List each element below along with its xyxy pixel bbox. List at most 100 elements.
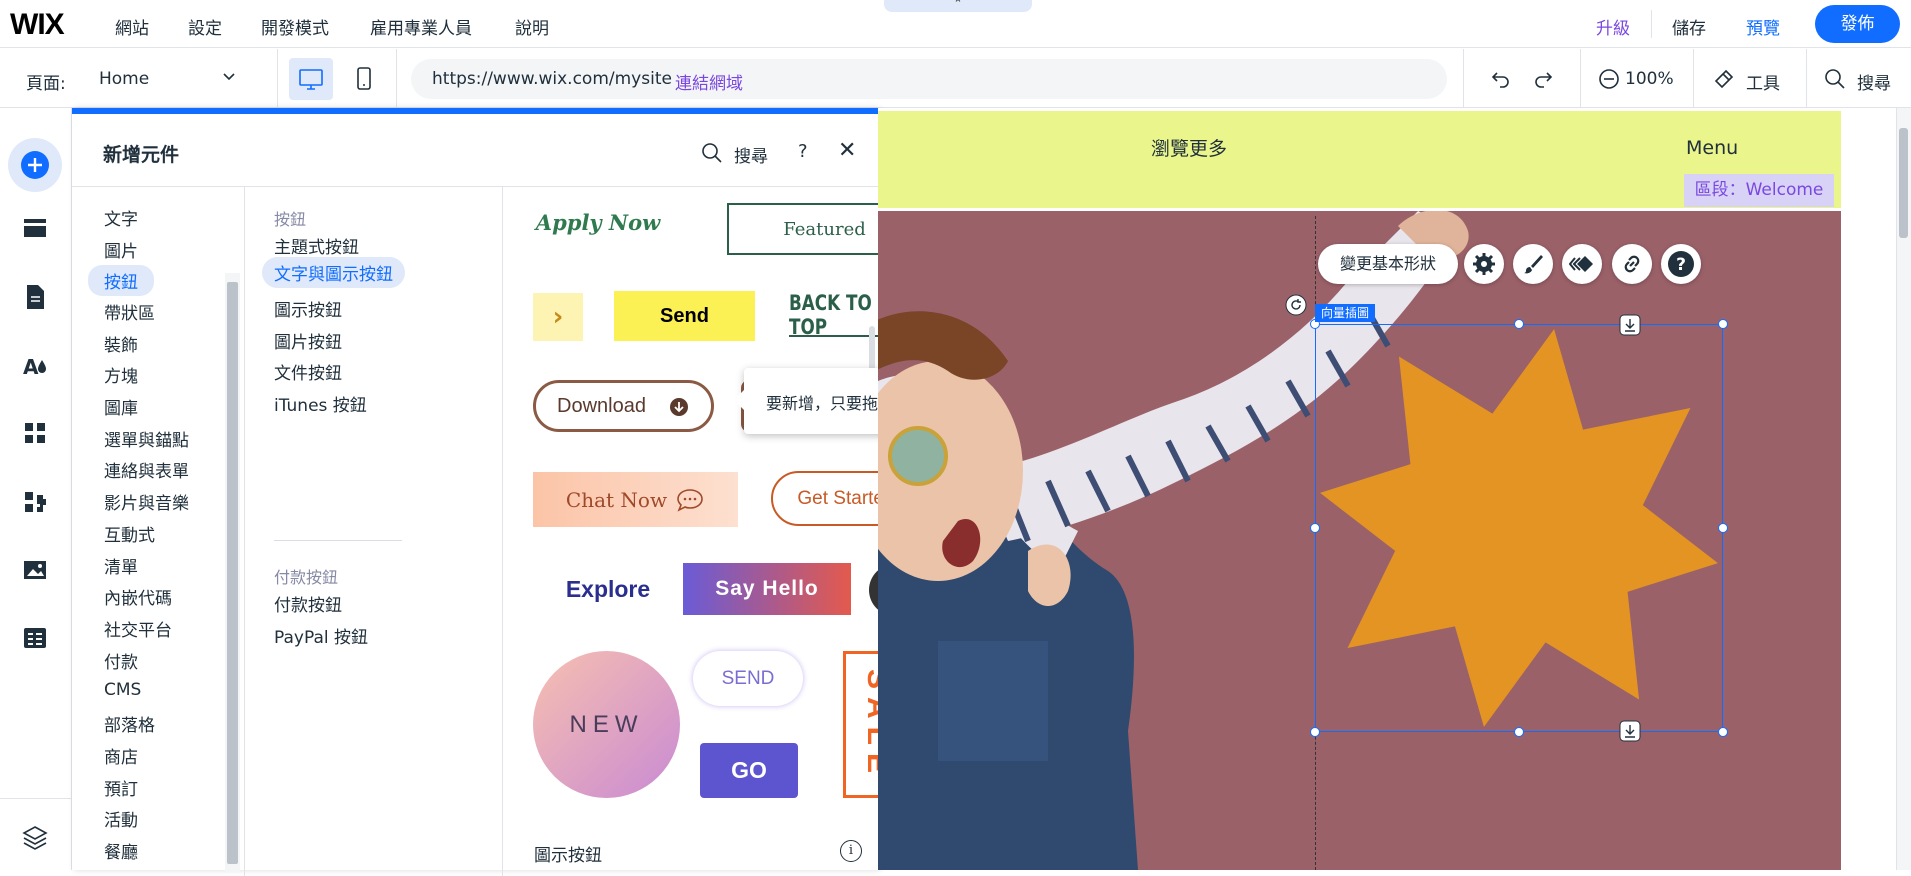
mobile-view-button[interactable] [342,58,386,100]
site-menu-link[interactable]: Menu [1686,137,1738,159]
selection-box[interactable] [1315,324,1723,732]
stretch-down-icon[interactable] [1619,720,1641,742]
category-embed-code[interactable]: 內嵌代碼 [104,584,172,609]
send-outline-button-preset[interactable]: SEND [693,651,803,706]
change-shape-button[interactable]: 變更基本形狀 [1318,244,1458,284]
animation-button[interactable] [1562,244,1602,284]
design-button[interactable] [1513,244,1553,284]
sub-paypal-buttons[interactable]: PayPal 按鈕 [274,623,368,648]
apps-icon[interactable] [18,416,52,450]
sections-icon[interactable] [18,211,52,245]
featured-button-preset[interactable]: Featured [727,203,878,255]
category-interactive[interactable]: 互動式 [104,521,155,546]
back-to-top-button-preset[interactable]: BACK TO TOP [789,291,878,339]
category-list[interactable]: 清單 [104,553,138,578]
category-gallery[interactable]: 圖庫 [104,394,138,419]
pages-icon[interactable] [18,280,52,314]
search-icon[interactable] [700,141,724,165]
resize-handle-bl[interactable] [1310,727,1320,737]
category-events[interactable]: 活動 [104,806,138,831]
menu-site[interactable]: 網站 [115,14,149,39]
resize-handle-tc[interactable] [1514,319,1524,329]
menu-dev-mode[interactable]: 開發模式 [261,14,329,39]
apply-now-button-preset[interactable]: Apply Now [523,200,673,244]
site-url-bar[interactable]: https://www.wix.com/mysite 連結網域 [411,59,1447,99]
category-button[interactable]: 按鈕 [88,265,154,296]
help-button[interactable]: ? [1661,244,1701,284]
stretch-down-icon[interactable] [1619,314,1641,336]
undo-icon[interactable] [1489,67,1513,91]
sub-text-icon-buttons[interactable]: 文字與圖示按鈕 [262,257,405,288]
link-button[interactable] [1612,244,1652,284]
help-icon[interactable]: ? [798,141,808,162]
sale-button-preset[interactable]: SALE [843,651,878,798]
say-hello-button-preset[interactable]: Say Hello [683,563,851,615]
category-social[interactable]: 社交平台 [104,616,172,641]
canvas-scrollbar-thumb[interactable] [1899,128,1908,238]
sub-image-buttons[interactable]: 圖片按鈕 [274,328,342,353]
cms-icon[interactable] [18,621,52,655]
menu-hire-pro[interactable]: 雇用專業人員 [370,14,472,39]
category-contact-forms[interactable]: 連絡與表單 [104,457,189,482]
zoom-level[interactable]: 100% [1625,69,1674,89]
info-icon[interactable]: i [840,840,862,862]
chevron-down-icon[interactable] [220,67,238,85]
page-select[interactable]: Home [99,69,149,89]
sub-payment-buttons[interactable]: 付款按鈕 [274,591,342,616]
category-blog[interactable]: 部落格 [104,711,155,736]
search-button[interactable]: 搜尋 [1857,69,1891,94]
zoom-out-icon[interactable] [1598,68,1620,90]
get-started-button-preset[interactable]: Get Started [771,471,878,526]
business-apps-icon[interactable] [18,485,52,519]
resize-handle-mr[interactable] [1718,523,1728,533]
add-elements-button[interactable] [8,138,62,192]
design-icon[interactable]: A [18,348,52,382]
send-button-preset[interactable]: Send [614,291,755,341]
explore-button-preset[interactable]: Explore [533,563,683,615]
category-store[interactable]: 商店 [104,743,138,768]
sub-itunes-buttons[interactable]: iTunes 按鈕 [274,391,367,416]
category-strip[interactable]: 帶狀區 [104,299,155,324]
media-icon[interactable] [18,553,52,587]
resize-handle-br[interactable] [1718,727,1728,737]
close-icon[interactable]: ✕ [869,564,878,616]
rotate-icon[interactable] [1285,294,1307,316]
category-menu-anchor[interactable]: 選單與錨點 [104,426,189,451]
panel-search-button[interactable]: 搜尋 [734,142,768,167]
preview-button[interactable]: 預覽 [1746,14,1780,39]
sub-icon-buttons[interactable]: 圖示按鈕 [274,296,342,321]
close-icon[interactable]: ✕ [838,138,856,163]
menu-settings[interactable]: 設定 [188,14,222,39]
arrow-button-preset[interactable]: › [533,293,583,341]
layers-icon[interactable] [18,820,52,854]
category-box[interactable]: 方塊 [104,362,138,387]
resize-handle-tr[interactable] [1718,319,1728,329]
category-restaurants[interactable]: 餐廳 [104,838,138,863]
category-decorative[interactable]: 裝飾 [104,331,138,356]
publish-button[interactable]: 發佈 [1815,5,1900,43]
save-button[interactable]: 儲存 [1672,14,1706,39]
chat-now-button-preset[interactable]: Chat Now [533,472,738,527]
site-canvas[interactable]: 瀏覽更多 Menu 區段：Welcome 向量插圖 變更基本形狀 ? [878,108,1911,870]
redo-icon[interactable] [1531,67,1555,91]
sub-document-buttons[interactable]: 文件按鈕 [274,359,342,384]
new-button-preset[interactable]: NEW [533,651,680,798]
resize-handle-bc[interactable] [1514,727,1524,737]
category-payments[interactable]: 付款 [104,648,138,673]
browse-more-link[interactable]: 瀏覽更多 [1151,134,1227,161]
section-label[interactable]: 區段：Welcome [1684,174,1834,207]
sub-theme-buttons[interactable]: 主題式按鈕 [274,233,359,258]
resize-handle-ml[interactable] [1310,523,1320,533]
tools-button[interactable]: 工具 [1746,69,1780,94]
category-cms[interactable]: CMS [104,680,141,700]
collapse-toolbar-handle[interactable]: ⌃ [884,0,1032,12]
category-text[interactable]: 文字 [104,205,138,230]
category-video-music[interactable]: 影片與音樂 [104,489,189,514]
category-scrollbar-thumb[interactable] [227,282,238,864]
menu-help[interactable]: 說明 [515,14,549,39]
go-button-preset[interactable]: GO [700,743,798,798]
upgrade-link[interactable]: 升級 [1596,14,1630,39]
desktop-view-button[interactable] [289,58,333,100]
connect-domain-link[interactable]: 連結網域 [675,69,743,94]
category-bookings[interactable]: 預訂 [104,775,138,800]
